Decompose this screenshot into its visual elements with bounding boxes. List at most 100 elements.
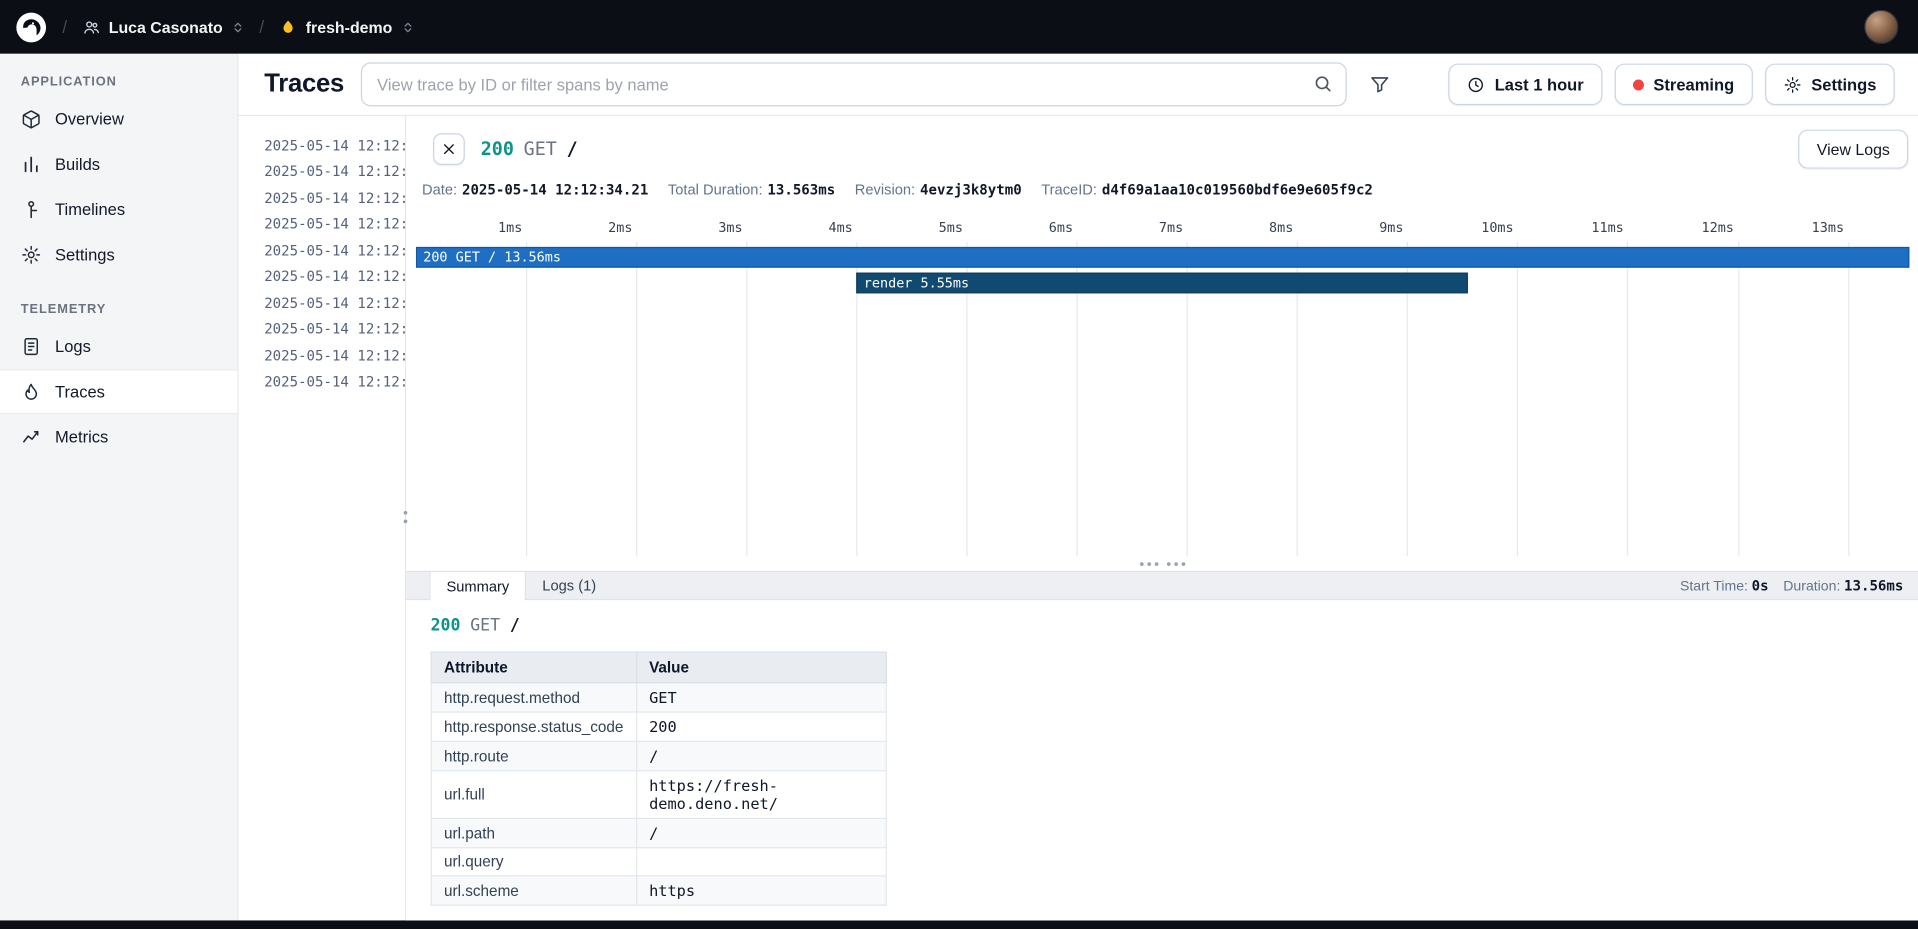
meta-label: TraceID: bbox=[1041, 181, 1097, 198]
trace-list-item[interactable]: 2025-05-14 12:12: bbox=[239, 158, 405, 184]
overview-icon bbox=[21, 109, 42, 130]
trace-timestamp: 2025-05-14 12:12: bbox=[264, 242, 405, 259]
sidebar-item-settings[interactable]: Settings bbox=[0, 232, 237, 277]
meta-label: Date: bbox=[422, 181, 457, 198]
trace-timestamp: 2025-05-14 12:12: bbox=[264, 294, 405, 311]
sidebar-item-label: Logs bbox=[55, 337, 91, 355]
traces-icon bbox=[21, 381, 42, 402]
start-time-label: Start Time: bbox=[1680, 579, 1748, 594]
meta-value: d4f69a1aa10c019560bdf6e9e605f9c2 bbox=[1102, 181, 1373, 198]
trace-timestamp: 2025-05-14 12:12: bbox=[264, 189, 405, 206]
filter-button[interactable] bbox=[1364, 68, 1396, 100]
drag-dots-icon bbox=[1139, 562, 1157, 566]
streaming-dot-icon bbox=[1633, 79, 1644, 90]
attributes-table: Attribute Value http.request.method GET bbox=[431, 652, 887, 906]
search-box bbox=[361, 62, 1347, 106]
panel-height-resize-handle[interactable] bbox=[406, 556, 1918, 571]
status-code: 200 bbox=[481, 138, 514, 160]
close-trace-button[interactable] bbox=[433, 133, 465, 165]
settings-button[interactable]: Settings bbox=[1765, 64, 1895, 106]
trace-timestamp: 2025-05-14 12:12: bbox=[264, 137, 405, 154]
breadcrumb-separator: / bbox=[59, 17, 71, 37]
organization-icon bbox=[82, 18, 100, 36]
time-range-button[interactable]: Last 1 hour bbox=[1448, 64, 1602, 106]
sidebar-item-metrics[interactable]: Metrics bbox=[0, 414, 237, 459]
meta-value: 4evzj3k8ytm0 bbox=[920, 181, 1022, 198]
duration-value: 13.56ms bbox=[1844, 577, 1903, 594]
gear-icon bbox=[1783, 75, 1801, 93]
attr-name: url.full bbox=[431, 771, 636, 819]
timeline-chart: 200 GET / 13.56ms render 5.55ms bbox=[416, 242, 1910, 556]
sidebar-item-builds[interactable]: Builds bbox=[0, 142, 237, 187]
chevron-updown-icon bbox=[401, 20, 414, 33]
trace-list-item[interactable]: 2025-05-14 12:12: bbox=[239, 211, 405, 237]
trace-list-item[interactable]: 2025-05-14 12:12: bbox=[239, 185, 405, 211]
attr-value: / bbox=[636, 741, 886, 770]
gear-icon bbox=[21, 244, 42, 265]
trace-span-bar[interactable]: render 5.55ms bbox=[856, 273, 1467, 294]
request-path: / bbox=[510, 616, 520, 636]
time-tick-label: 8ms bbox=[1269, 220, 1293, 236]
trace-timestamp: 2025-05-14 12:12: bbox=[264, 163, 405, 180]
timelines-icon bbox=[21, 199, 42, 220]
status-code: 200 bbox=[431, 616, 461, 636]
streaming-label: Streaming bbox=[1653, 75, 1734, 93]
project-icon bbox=[279, 18, 297, 36]
trace-list-item[interactable]: 2025-05-14 12:12: bbox=[239, 237, 405, 263]
trace-span-bar[interactable]: 200 GET / 13.56ms bbox=[416, 247, 1910, 268]
close-icon bbox=[442, 142, 457, 157]
deno-logo[interactable] bbox=[15, 10, 48, 43]
breadcrumb-separator: / bbox=[256, 17, 268, 37]
sidebar-item-overview[interactable]: Overview bbox=[0, 97, 237, 142]
detail-tabbar: Summary Logs (1) Start Time: 0s Duration:… bbox=[406, 571, 1918, 600]
time-tick-label: 10ms bbox=[1481, 220, 1513, 236]
sidebar-item-traces[interactable]: Traces bbox=[0, 369, 237, 414]
meta-label: Total Duration: bbox=[668, 181, 763, 198]
attr-table-header-row: Attribute Value bbox=[431, 652, 886, 683]
attr-row: http.response.status_code 200 bbox=[431, 712, 886, 741]
trace-list-item[interactable]: 2025-05-14 12:12: bbox=[239, 369, 405, 395]
deno-deploy-app: / Luca Casonato / fresh-demo AP bbox=[0, 0, 1918, 929]
summary-span-title: 200 GET / bbox=[431, 616, 1918, 636]
metrics-icon bbox=[21, 427, 42, 448]
page-title: Traces bbox=[264, 70, 344, 99]
trace-list-item[interactable]: 2025-05-14 12:12: bbox=[239, 290, 405, 316]
tab-logs[interactable]: Logs (1) bbox=[526, 572, 612, 599]
main-layout: APPLICATION Overview Builds Timelines bbox=[0, 54, 1918, 921]
trace-detail-panel: 200 GET / View Logs Date: 2025-05-14 12:1… bbox=[406, 116, 1918, 920]
view-logs-button[interactable]: View Logs bbox=[1798, 130, 1908, 169]
start-time-value: 0s bbox=[1752, 577, 1769, 594]
trace-search-input[interactable] bbox=[361, 62, 1347, 106]
value-header: Value bbox=[636, 652, 886, 683]
time-tick-label: 4ms bbox=[828, 220, 852, 236]
breadcrumb-org[interactable]: Luca Casonato bbox=[82, 18, 245, 36]
attr-name: url.scheme bbox=[431, 876, 636, 905]
attr-name: http.route bbox=[431, 741, 636, 770]
sidebar-item-timelines[interactable]: Timelines bbox=[0, 187, 237, 232]
sidebar-item-logs[interactable]: Logs bbox=[0, 324, 237, 369]
sidebar-item-label: Traces bbox=[55, 383, 105, 401]
trace-list-item[interactable]: 2025-05-14 12:12: bbox=[239, 342, 405, 368]
duration-label: Duration: bbox=[1783, 579, 1840, 594]
tab-summary[interactable]: Summary bbox=[429, 572, 526, 600]
meta-item: Total Duration:13.563ms bbox=[668, 181, 835, 198]
trace-list-item[interactable]: 2025-05-14 12:12: bbox=[239, 316, 405, 342]
trace-detail-header: 200 GET / View Logs bbox=[433, 128, 1908, 170]
attr-value: / bbox=[636, 818, 886, 847]
trace-list-item[interactable]: 2025-05-14 12:12: bbox=[239, 263, 405, 289]
attr-name: http.request.method bbox=[431, 683, 636, 712]
user-avatar[interactable] bbox=[1864, 10, 1898, 44]
time-tick-label: 6ms bbox=[1049, 220, 1073, 236]
panel-resize-handle[interactable] bbox=[402, 511, 408, 526]
traces-body: 2025-05-14 12:12: 2025-05-14 12:12: 2025… bbox=[239, 116, 1918, 920]
trace-list-item[interactable]: 2025-05-14 12:12: bbox=[239, 132, 405, 158]
meta-item: Revision:4evzj3k8ytm0 bbox=[855, 181, 1022, 198]
sidebar-item-label: Settings bbox=[55, 246, 115, 264]
meta-value: 2025-05-14 12:12:34.21 bbox=[462, 181, 648, 198]
breadcrumb-project[interactable]: fresh-demo bbox=[279, 18, 415, 36]
streaming-button[interactable]: Streaming bbox=[1614, 64, 1752, 106]
attr-name: http.response.status_code bbox=[431, 712, 636, 741]
sidebar-item-label: Timelines bbox=[55, 200, 125, 218]
search-icon[interactable] bbox=[1313, 73, 1334, 94]
attr-table-body: http.request.method GET http.response.st… bbox=[431, 683, 886, 905]
